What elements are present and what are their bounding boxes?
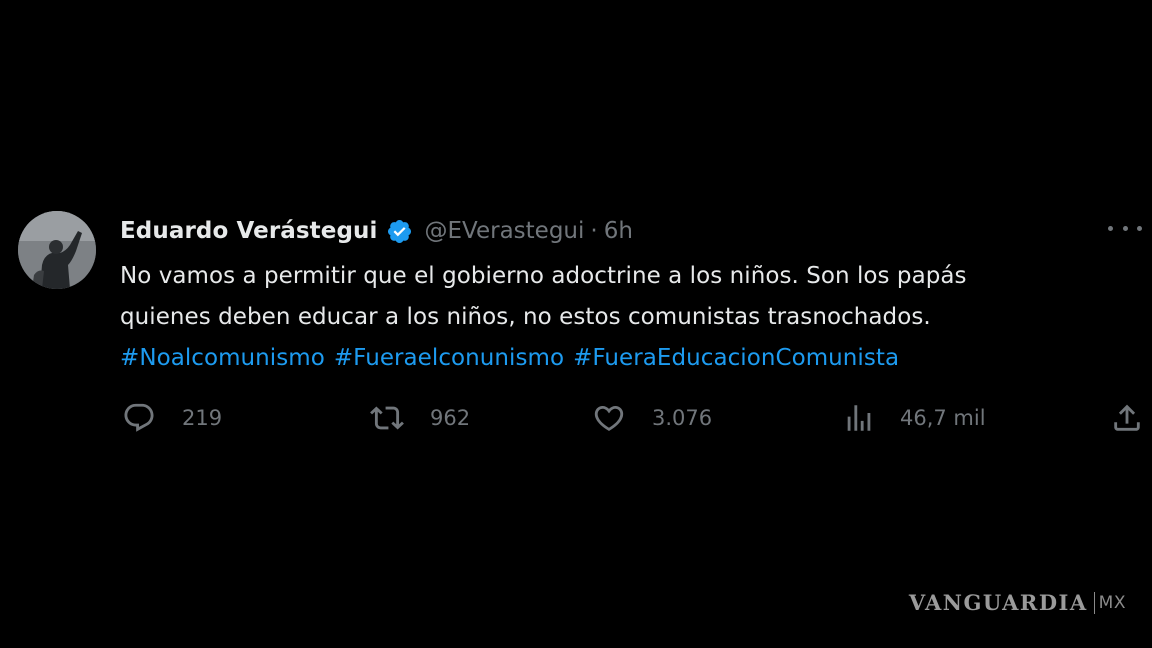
share-icon xyxy=(1114,404,1140,431)
views-button[interactable]: 46,7 mil xyxy=(842,401,986,435)
reply-icon xyxy=(124,403,154,432)
hashtag-link[interactable]: #Fueraelconunismo xyxy=(334,345,564,371)
tweet-card[interactable]: Eduardo Verástegui @EVerastegui · 6h No … xyxy=(18,208,1142,448)
tweet-text-line: quienes deben educar a los niños, no est… xyxy=(120,304,931,330)
hashtag-link[interactable]: #FueraEducacionComunista xyxy=(573,345,899,371)
author-name[interactable]: Eduardo Verástegui xyxy=(120,218,378,244)
views-icon xyxy=(847,405,871,431)
watermark-brand: VANGUARDIA xyxy=(908,590,1088,615)
more-dot xyxy=(1137,225,1142,231)
more-dot xyxy=(1122,225,1128,231)
views-count: 46,7 mil xyxy=(900,406,986,430)
tweet-text-line: No vamos a permitir que el gobierno adoc… xyxy=(120,263,967,289)
author-avatar[interactable] xyxy=(18,211,96,289)
reply-count: 219 xyxy=(182,406,223,430)
screenshot-stage: Eduardo Verástegui @EVerastegui · 6h No … xyxy=(0,0,1152,648)
tweet-text: No vamos a permitir que el gobierno adoc… xyxy=(120,256,1130,379)
like-button[interactable]: 3.076 xyxy=(592,401,712,435)
verified-badge-icon xyxy=(386,218,413,245)
like-icon xyxy=(594,405,624,431)
vanguardia-watermark: VANGUARDIA MX xyxy=(909,590,1126,615)
retweet-count: 962 xyxy=(430,406,471,430)
more-options-icon[interactable] xyxy=(1108,218,1142,238)
watermark-suffix: MX xyxy=(1098,592,1126,613)
tweet-timestamp[interactable]: 6h xyxy=(604,218,633,244)
more-dot xyxy=(1108,225,1113,231)
hashtag-line: #Noalcomunismo #Fueraelconunismo #FueraEdu… xyxy=(120,338,1130,379)
avatar-photo-icon xyxy=(18,211,96,289)
hashtag-link[interactable]: #Noalcomunismo xyxy=(120,345,325,371)
retweet-button[interactable]: 962 xyxy=(370,401,470,435)
tweet-actions: 219 962 3.076 46,7 mil xyxy=(120,401,1142,437)
reply-button[interactable]: 219 xyxy=(122,401,222,435)
header-separator: · xyxy=(590,218,598,244)
like-count: 3.076 xyxy=(652,406,713,430)
retweet-icon xyxy=(370,406,404,430)
watermark-divider xyxy=(1093,591,1095,614)
tweet-header: Eduardo Verástegui @EVerastegui · 6h xyxy=(120,214,633,248)
author-handle[interactable]: @EVerastegui xyxy=(425,218,585,244)
share-button[interactable] xyxy=(1110,401,1144,435)
